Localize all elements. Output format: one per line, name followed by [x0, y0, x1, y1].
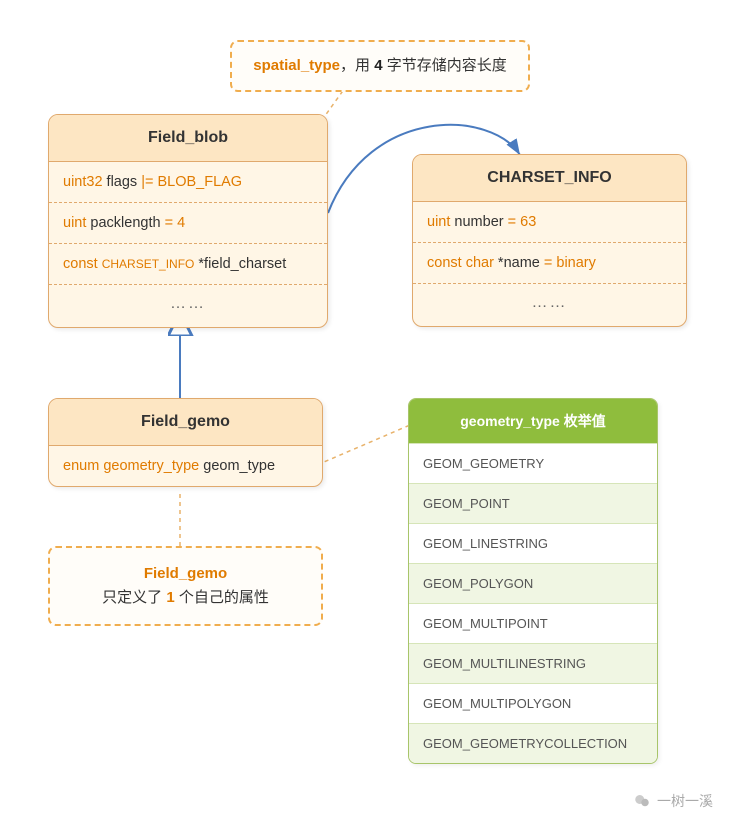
enum-row: GEOM_MULTIPOLYGON — [409, 683, 657, 723]
enum-table-header: geometry_type 枚举值 — [409, 399, 657, 443]
charset-info-row-number: uint number = 63 — [413, 202, 686, 243]
field-blob-row-field-charset: const CHARSET_INFO *field_charset — [49, 244, 327, 285]
callout-spatial-type-text: spatial_type，用 4 字节存储内容长度 — [248, 54, 512, 78]
classbox-field-gemo-title: Field_gemo — [49, 399, 322, 446]
enum-rows-container: GEOM_GEOMETRYGEOM_POINTGEOM_LINESTRINGGE… — [409, 443, 657, 763]
field-gemo-row-geom-type: enum geometry_type geom_type — [49, 446, 322, 486]
callout-spatial-type: spatial_type，用 4 字节存储内容长度 — [230, 40, 530, 92]
classbox-field-blob: Field_blob uint32 flags |= BLOB_FLAG uin… — [48, 114, 328, 328]
watermark-text: 一树一溪 — [657, 791, 713, 811]
callout-field-gemo-desc: 只定义了 1 个自己的属性 — [72, 586, 299, 610]
wechat-icon — [633, 792, 651, 810]
enum-row: GEOM_MULTIPOINT — [409, 603, 657, 643]
field-blob-ellipsis: …… — [49, 285, 327, 327]
enum-table-geometry-type: geometry_type 枚举值 GEOM_GEOMETRYGEOM_POIN… — [408, 398, 658, 764]
kw-spatial-type: spatial_type — [253, 57, 340, 74]
classbox-charset-info-title: CHARSET_INFO — [413, 155, 686, 202]
callout-field-gemo-note: Field_gemo 只定义了 1 个自己的属性 — [48, 546, 323, 626]
classbox-charset-info: CHARSET_INFO uint number = 63 const char… — [412, 154, 687, 327]
watermark: 一树一溪 — [633, 791, 713, 811]
diagram-canvas: spatial_type，用 4 字节存储内容长度 Field_blob uin… — [0, 0, 737, 827]
enum-row: GEOM_GEOMETRYCOLLECTION — [409, 723, 657, 763]
enum-row: GEOM_GEOMETRY — [409, 443, 657, 483]
charset-info-ellipsis: …… — [413, 284, 686, 326]
enum-row: GEOM_POLYGON — [409, 563, 657, 603]
field-blob-row-packlength: uint packlength = 4 — [49, 203, 327, 244]
classbox-field-blob-title: Field_blob — [49, 115, 327, 162]
classbox-field-gemo: Field_gemo enum geometry_type geom_type — [48, 398, 323, 487]
enum-row: GEOM_MULTILINESTRING — [409, 643, 657, 683]
field-blob-row-flags: uint32 flags |= BLOB_FLAG — [49, 162, 327, 203]
enum-row: GEOM_POINT — [409, 483, 657, 523]
enum-row: GEOM_LINESTRING — [409, 523, 657, 563]
callout-field-gemo-title: Field_gemo — [72, 562, 299, 586]
charset-info-row-name: const char *name = binary — [413, 243, 686, 284]
